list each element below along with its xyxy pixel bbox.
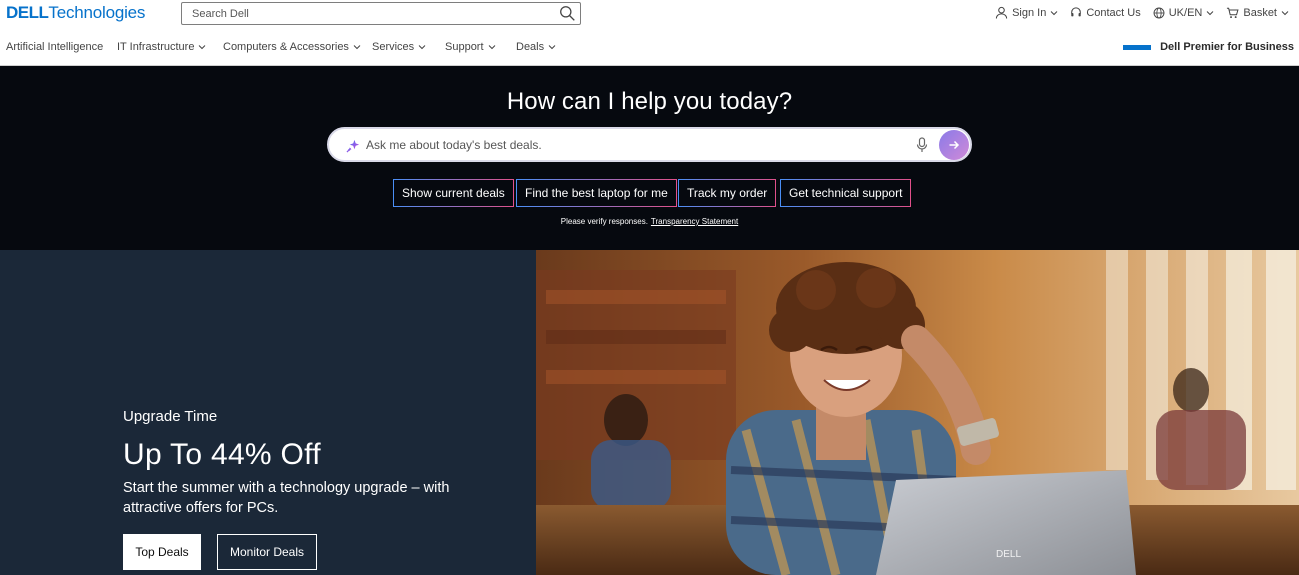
suggestion-chips: Show current deals Find the best laptop … [0, 179, 1299, 207]
top-deals-button[interactable]: Top Deals [123, 534, 201, 570]
nav-label: Computers & Accessories [223, 41, 349, 53]
nav-item-services[interactable]: Services [372, 41, 426, 53]
nav-label: Services [372, 41, 415, 53]
search-input[interactable] [192, 3, 552, 24]
sign-in-button[interactable]: Sign In [995, 6, 1058, 19]
monitor-deals-button[interactable]: Monitor Deals [217, 534, 317, 570]
headset-icon [1071, 6, 1082, 16]
globe-icon [1153, 7, 1165, 18]
nav-label: Artificial Intelligence [6, 41, 104, 53]
chevron-down-icon [1281, 10, 1289, 15]
sparkle-icon [346, 139, 360, 153]
chevron-down-icon [548, 45, 556, 50]
hero-image: DELL [536, 250, 1299, 575]
logo-bold: DELL [6, 3, 49, 22]
premier-label: Dell Premier for Business [1160, 41, 1294, 53]
chip-get-technical-support[interactable]: Get technical support [780, 179, 912, 207]
chevron-down-icon [1050, 10, 1058, 15]
nav-label: Deals [516, 41, 545, 53]
nav-label: Support [445, 41, 484, 53]
basket-button[interactable]: Basket [1226, 7, 1289, 19]
basket-label: Basket [1243, 6, 1277, 19]
locale-label: UK/EN [1168, 6, 1203, 19]
contact-us-link[interactable]: Contact Us [1070, 6, 1141, 19]
laptop-brand: DELL [996, 549, 1021, 560]
student-laptop-illustration: DELL [536, 250, 1299, 575]
ai-prompt-box [327, 127, 972, 162]
nav-item-deals[interactable]: Deals [516, 41, 556, 53]
sign-in-label: Sign In [1012, 6, 1047, 19]
search-box [181, 2, 581, 25]
ai-prompt-input[interactable] [366, 135, 906, 155]
nav-item-computers[interactable]: Computers & Accessories [223, 41, 361, 53]
locale-selector[interactable]: UK/EN [1153, 7, 1215, 19]
chip-find-best-laptop[interactable]: Find the best laptop for me [516, 179, 677, 207]
transparency-statement-link[interactable]: Transparency Statement [651, 217, 738, 226]
premier-bar [1123, 44, 1152, 50]
ai-title: How can I help you today? [506, 88, 793, 115]
chevron-down-icon [418, 45, 426, 50]
cart-icon [1227, 7, 1239, 18]
chip-show-current-deals[interactable]: Show current deals [393, 179, 514, 207]
hero-promo-panel: Upgrade Time Up To 44% Off Start the sum… [0, 250, 536, 575]
hero-title: Up To 44% Off [123, 438, 321, 471]
chevron-down-icon [353, 45, 361, 50]
header: DELLTechnologies Sign In Contact Us UK/E… [0, 0, 1299, 28]
send-button[interactable] [939, 130, 969, 160]
ai-note-text: Please verify responses. [560, 217, 648, 226]
chevron-down-icon [488, 45, 495, 50]
nav-item-ai[interactable]: Artificial Intelligence [6, 41, 103, 53]
chip-track-my-order[interactable]: Track my order [678, 179, 777, 207]
ai-assistant-section: How can I help you today? Show current d… [0, 66, 1299, 250]
dell-logo[interactable]: DELLTechnologies [6, 3, 145, 23]
nav-item-support[interactable]: Support [445, 41, 496, 53]
nav-label: IT Infrastructure [117, 41, 195, 53]
utility-nav: Sign In Contact Us UK/EN Basket [995, 6, 1289, 19]
contact-us-label: Contact Us [1086, 6, 1141, 19]
ai-disclaimer: Please verify responses. Transparency Sta… [0, 217, 1299, 226]
chevron-down-icon [1207, 10, 1214, 15]
main-nav: Artificial Intelligence IT Infrastructur… [0, 38, 1299, 58]
user-icon [995, 6, 1008, 19]
arrow-right-icon [949, 140, 960, 150]
logo-rest: Technologies [48, 3, 146, 22]
search-icon[interactable] [559, 5, 576, 22]
premier-link[interactable]: Dell Premier for Business [1123, 41, 1294, 53]
hero-description: Start the summer with a technology upgra… [123, 480, 450, 516]
microphone-icon[interactable] [915, 137, 929, 153]
hero-eyebrow: Upgrade Time [123, 408, 218, 425]
nav-item-it-infrastructure[interactable]: IT Infrastructure [117, 41, 206, 53]
chevron-down-icon [199, 45, 206, 50]
